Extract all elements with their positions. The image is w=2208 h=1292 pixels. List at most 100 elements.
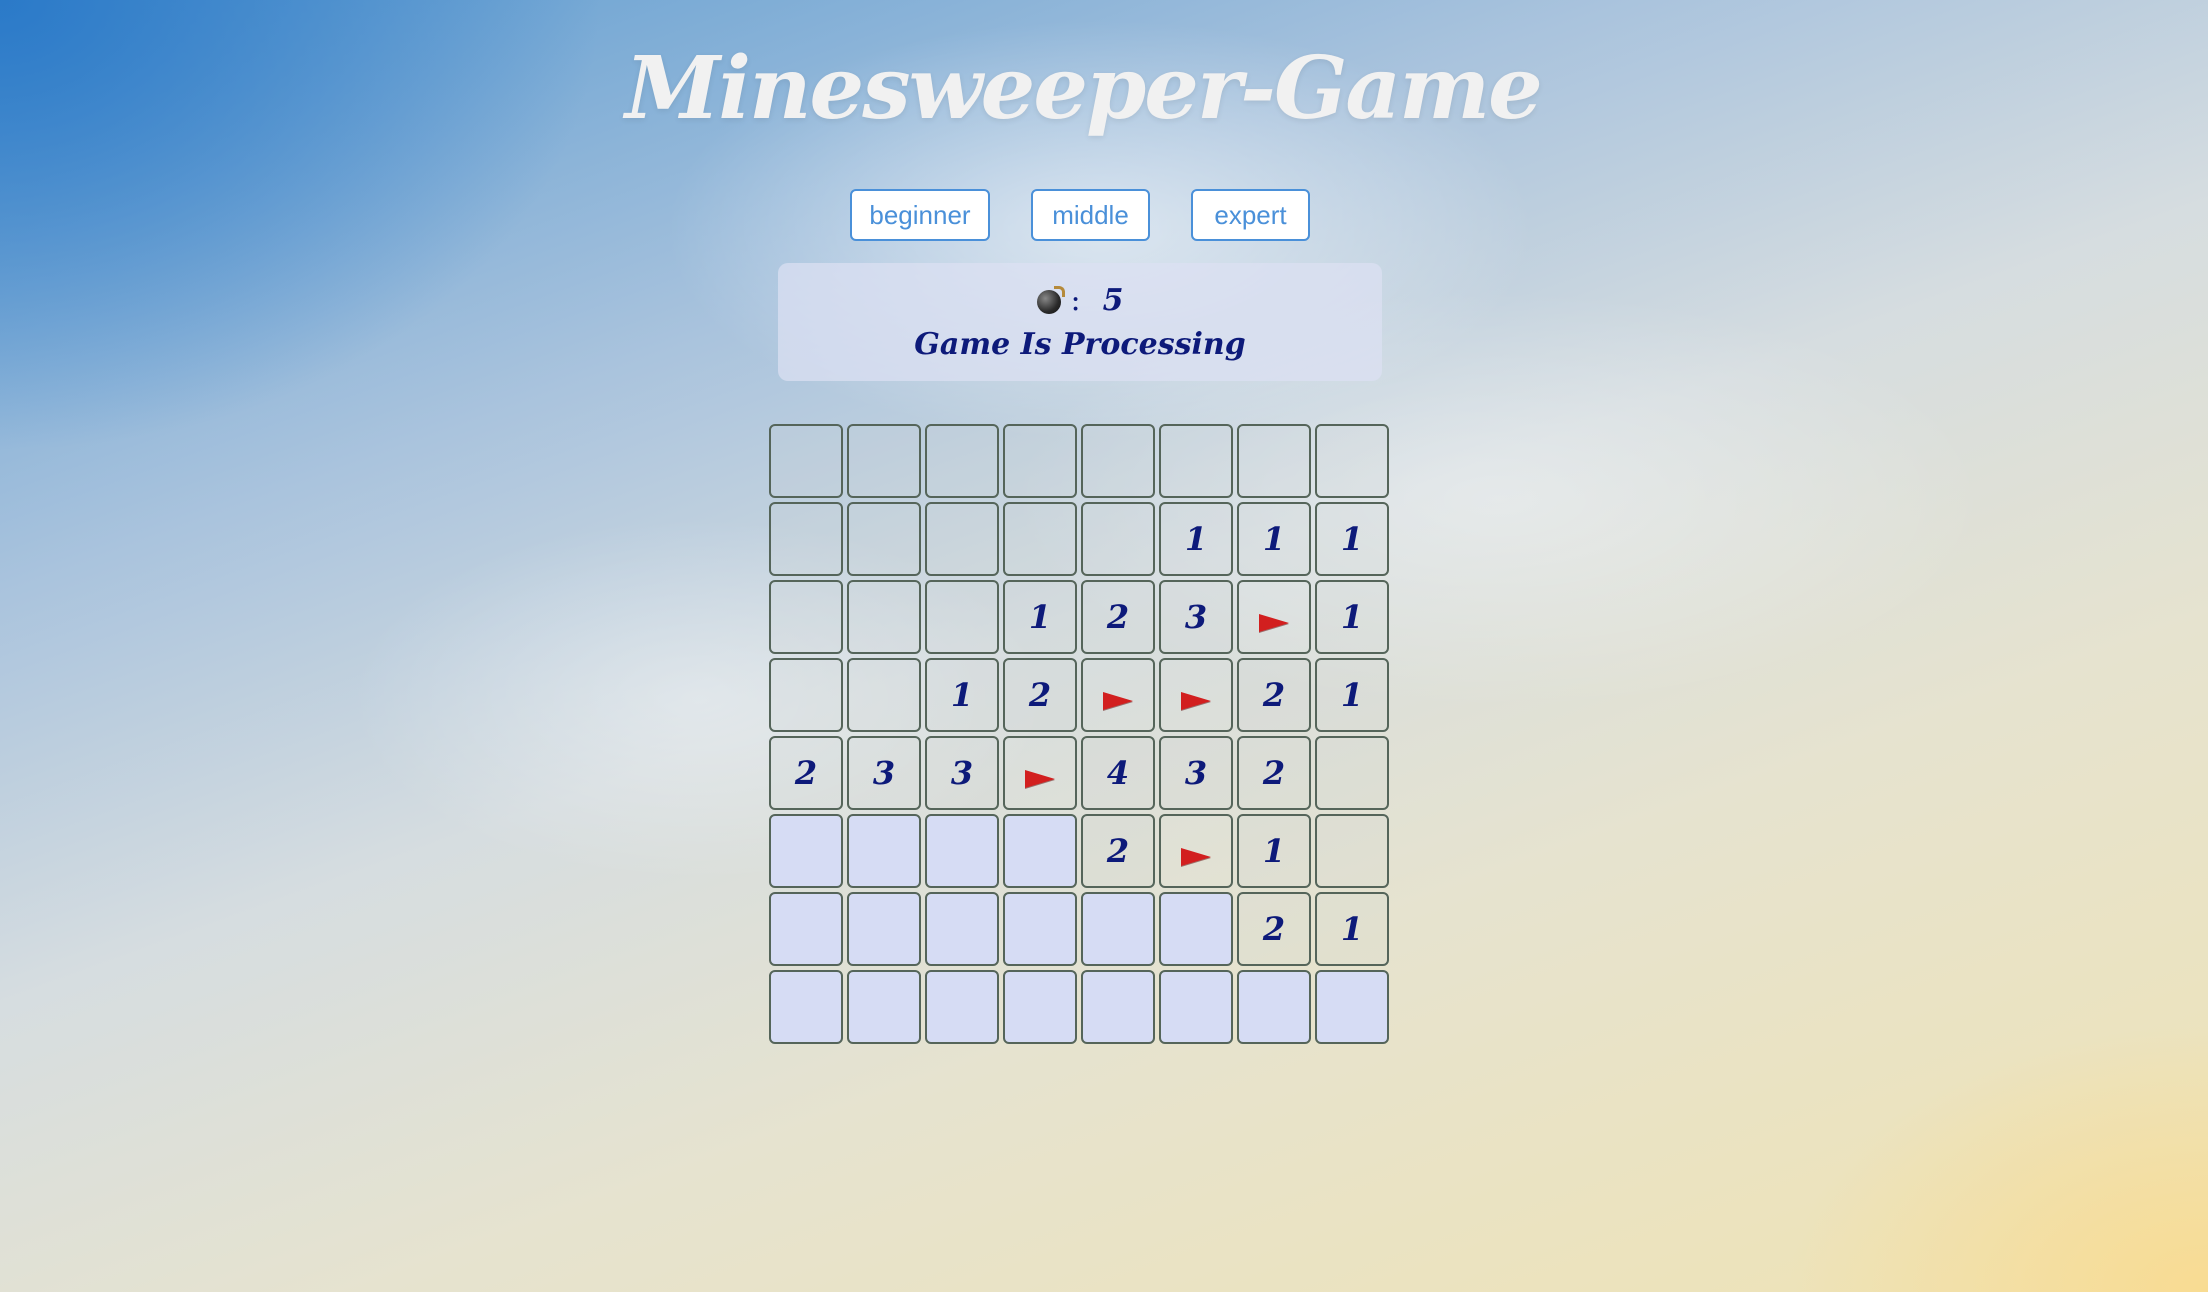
- board-cell[interactable]: 1: [1315, 892, 1389, 966]
- board-cell[interactable]: 2: [1081, 814, 1155, 888]
- beginner-button[interactable]: beginner: [850, 189, 990, 241]
- cell-number: 1: [1340, 598, 1364, 636]
- cell-number: 2: [794, 754, 818, 792]
- board-cell[interactable]: [925, 580, 999, 654]
- game-title: Minesweeper-Game: [625, 38, 1543, 139]
- board-cell[interactable]: [847, 502, 921, 576]
- board-cell[interactable]: [769, 814, 843, 888]
- mine-counter-separator: :: [1070, 283, 1081, 318]
- board-cell[interactable]: 1: [1237, 814, 1311, 888]
- board-cell[interactable]: [925, 892, 999, 966]
- mine-counter: :5: [778, 283, 1382, 318]
- board-cell[interactable]: [1081, 658, 1155, 732]
- board-cell[interactable]: [847, 892, 921, 966]
- cell-number: 2: [1262, 676, 1286, 714]
- status-panel: :5 Game Is Processing: [778, 263, 1382, 381]
- flag-icon: [1259, 613, 1289, 632]
- board-cell[interactable]: [1003, 502, 1077, 576]
- cell-number: 1: [1340, 520, 1364, 558]
- board-cell[interactable]: [1237, 424, 1311, 498]
- game-board: 1 1 1 1 2 3 1 1 2 2 1 2 3 3 4 3 2 2 1 2 1: [769, 424, 1391, 1046]
- cell-number: 1: [1184, 520, 1208, 558]
- board-cell[interactable]: 1: [1315, 580, 1389, 654]
- board-cell[interactable]: [1159, 658, 1233, 732]
- board-cell[interactable]: [925, 970, 999, 1044]
- board-cell[interactable]: [1003, 814, 1077, 888]
- cell-number: 2: [1106, 832, 1130, 870]
- board-cell[interactable]: [1081, 970, 1155, 1044]
- cell-number: 4: [1106, 754, 1130, 792]
- cell-number: 3: [1184, 754, 1208, 792]
- flag-icon: [1103, 691, 1133, 710]
- board-cell[interactable]: 3: [925, 736, 999, 810]
- cell-number: 3: [1184, 598, 1208, 636]
- board-cell[interactable]: 2: [1237, 658, 1311, 732]
- board-cell[interactable]: [1003, 736, 1077, 810]
- bomb-icon: [1036, 286, 1065, 314]
- board-cell[interactable]: [769, 658, 843, 732]
- board-cell[interactable]: [1315, 424, 1389, 498]
- board-cell[interactable]: [925, 424, 999, 498]
- board-cell[interactable]: [769, 892, 843, 966]
- board-cell[interactable]: [1081, 892, 1155, 966]
- mine-count: 5: [1102, 283, 1124, 318]
- cell-number: 1: [1340, 910, 1364, 948]
- cell-number: 1: [1340, 676, 1364, 714]
- board-cell[interactable]: [1159, 970, 1233, 1044]
- board-cell[interactable]: 3: [847, 736, 921, 810]
- cell-number: 1: [1262, 832, 1286, 870]
- board-cell[interactable]: 2: [769, 736, 843, 810]
- board-cell[interactable]: [1159, 892, 1233, 966]
- board-cell[interactable]: 3: [1159, 736, 1233, 810]
- board-cell[interactable]: 2: [1081, 580, 1155, 654]
- board-cell[interactable]: [769, 424, 843, 498]
- board-cell[interactable]: [1081, 424, 1155, 498]
- cell-number: 1: [1262, 520, 1286, 558]
- board-cell[interactable]: 2: [1237, 736, 1311, 810]
- cell-number: 2: [1028, 676, 1052, 714]
- board-cell[interactable]: [1003, 970, 1077, 1044]
- board-cell[interactable]: [1315, 736, 1389, 810]
- cell-number: 2: [1262, 754, 1286, 792]
- board-cell[interactable]: 2: [1003, 658, 1077, 732]
- cell-number: 2: [1262, 910, 1286, 948]
- board-cell[interactable]: [1237, 970, 1311, 1044]
- game-status-message: Game Is Processing: [914, 327, 1246, 362]
- board-cell[interactable]: [769, 580, 843, 654]
- board-cell[interactable]: [769, 502, 843, 576]
- board-cell[interactable]: [847, 970, 921, 1044]
- cell-number: 3: [872, 754, 896, 792]
- board-cell[interactable]: [925, 502, 999, 576]
- board-cell[interactable]: [769, 970, 843, 1044]
- board-cell[interactable]: [847, 814, 921, 888]
- board-cell[interactable]: [1315, 970, 1389, 1044]
- flag-icon: [1181, 691, 1211, 710]
- board-cell[interactable]: [1159, 814, 1233, 888]
- board-cell[interactable]: 1: [1003, 580, 1077, 654]
- board-cell[interactable]: 4: [1081, 736, 1155, 810]
- board-cell[interactable]: [1003, 892, 1077, 966]
- board-cell[interactable]: [1159, 424, 1233, 498]
- board-cell[interactable]: 1: [1237, 502, 1311, 576]
- board-cell[interactable]: [1003, 424, 1077, 498]
- expert-button[interactable]: expert: [1191, 189, 1310, 241]
- board-cell[interactable]: 1: [1315, 502, 1389, 576]
- board-cell[interactable]: [847, 580, 921, 654]
- board-cell[interactable]: [1315, 814, 1389, 888]
- board-cell[interactable]: [847, 658, 921, 732]
- board-cell[interactable]: [1237, 580, 1311, 654]
- board-cell[interactable]: 1: [925, 658, 999, 732]
- cell-number: 1: [1028, 598, 1052, 636]
- board-cell[interactable]: [1081, 502, 1155, 576]
- board-cell[interactable]: 1: [1159, 502, 1233, 576]
- board-cell[interactable]: 2: [1237, 892, 1311, 966]
- middle-button[interactable]: middle: [1031, 189, 1150, 241]
- flag-icon: [1181, 847, 1211, 866]
- cell-number: 2: [1106, 598, 1130, 636]
- board-cell[interactable]: [847, 424, 921, 498]
- cell-number: 3: [950, 754, 974, 792]
- board-cell[interactable]: 3: [1159, 580, 1233, 654]
- board-cell[interactable]: [925, 814, 999, 888]
- flag-icon: [1025, 769, 1055, 788]
- board-cell[interactable]: 1: [1315, 658, 1389, 732]
